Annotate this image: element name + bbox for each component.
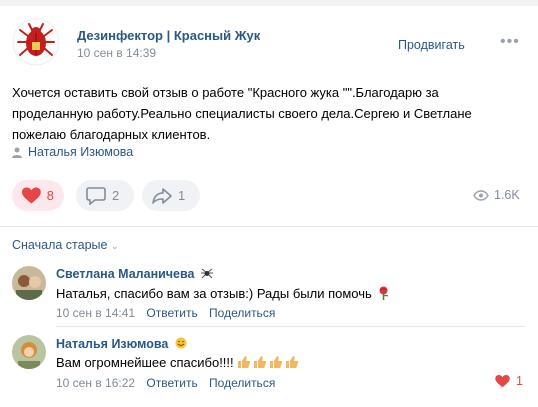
user-photo-icon — [12, 335, 46, 369]
comment-author[interactable]: Светлана Маланичева — [56, 267, 213, 281]
signer-name: Наталья Изюмова — [28, 145, 134, 159]
post-date[interactable]: 10 сен в 14:39 — [77, 46, 156, 60]
post-divider — [0, 226, 538, 227]
heart-icon — [22, 187, 41, 204]
comment-date[interactable]: 10 сен в 14:41 — [56, 306, 135, 320]
comment-button[interactable]: 2 — [76, 180, 134, 211]
comments-count: 2 — [112, 188, 120, 203]
comment-date[interactable]: 10 сен в 16:22 — [56, 376, 135, 390]
post-card: Дезинфектор | Красный Жук 10 сен в 14:39… — [0, 0, 538, 407]
user-photo-icon — [12, 266, 46, 300]
comment-meta: 10 сен в 14:41 Ответить Поделиться — [56, 306, 275, 320]
comment-author[interactable]: Наталья Изюмова — [56, 337, 187, 351]
community-name[interactable]: Дезинфектор | Красный Жук — [77, 28, 260, 43]
share-button[interactable]: 1 — [142, 180, 200, 211]
comment-text: Вам огромнейшее спасибо!!!! — [56, 355, 299, 370]
reply-button[interactable]: Ответить — [146, 376, 197, 390]
sort-label: Сначала старые — [12, 238, 108, 252]
avatar[interactable] — [12, 335, 46, 369]
comment-meta: 10 сен в 16:22 Ответить Поделиться — [56, 376, 275, 390]
like-button[interactable]: 8 — [12, 180, 64, 211]
eye-icon — [473, 189, 489, 201]
person-icon — [12, 147, 22, 158]
top-strip — [0, 0, 538, 6]
comment-like-button[interactable]: 1 — [495, 374, 523, 388]
shares-count: 1 — [178, 188, 186, 203]
views-counter: 1.6K — [473, 188, 520, 202]
promote-button[interactable]: Продвигать — [398, 38, 465, 52]
red-bug-logo-icon — [12, 18, 60, 66]
post-text: Хочется оставить свой отзыв о работе "Кр… — [12, 85, 472, 142]
post-signer[interactable]: Наталья Изюмова — [12, 145, 133, 159]
comments-sort-dropdown[interactable]: Сначала старые ⌄ — [12, 238, 119, 252]
community-logo[interactable] — [12, 18, 60, 66]
rose-icon — [379, 286, 389, 300]
comment-likes-count: 1 — [516, 374, 523, 388]
thumbs-up-emoji-icon — [237, 355, 299, 369]
share-icon — [152, 187, 172, 204]
heart-icon — [495, 374, 510, 387]
reply-button[interactable]: Ответить — [146, 306, 197, 320]
share-comment-button[interactable]: Поделиться — [209, 376, 275, 390]
comment-text: Наталья, спасибо вам за отзыв:) Рады был… — [56, 286, 390, 301]
views-count: 1.6K — [494, 188, 520, 202]
chevron-down-icon: ⌄ — [110, 241, 119, 251]
likes-count: 8 — [46, 188, 54, 203]
more-options-icon[interactable]: ••• — [500, 33, 520, 51]
comment-divider — [56, 326, 526, 327]
avatar[interactable] — [12, 266, 46, 300]
share-comment-button[interactable]: Поделиться — [209, 306, 275, 320]
smile-emoji-icon — [175, 337, 187, 349]
spider-icon — [200, 268, 213, 279]
comment-icon — [86, 186, 106, 205]
